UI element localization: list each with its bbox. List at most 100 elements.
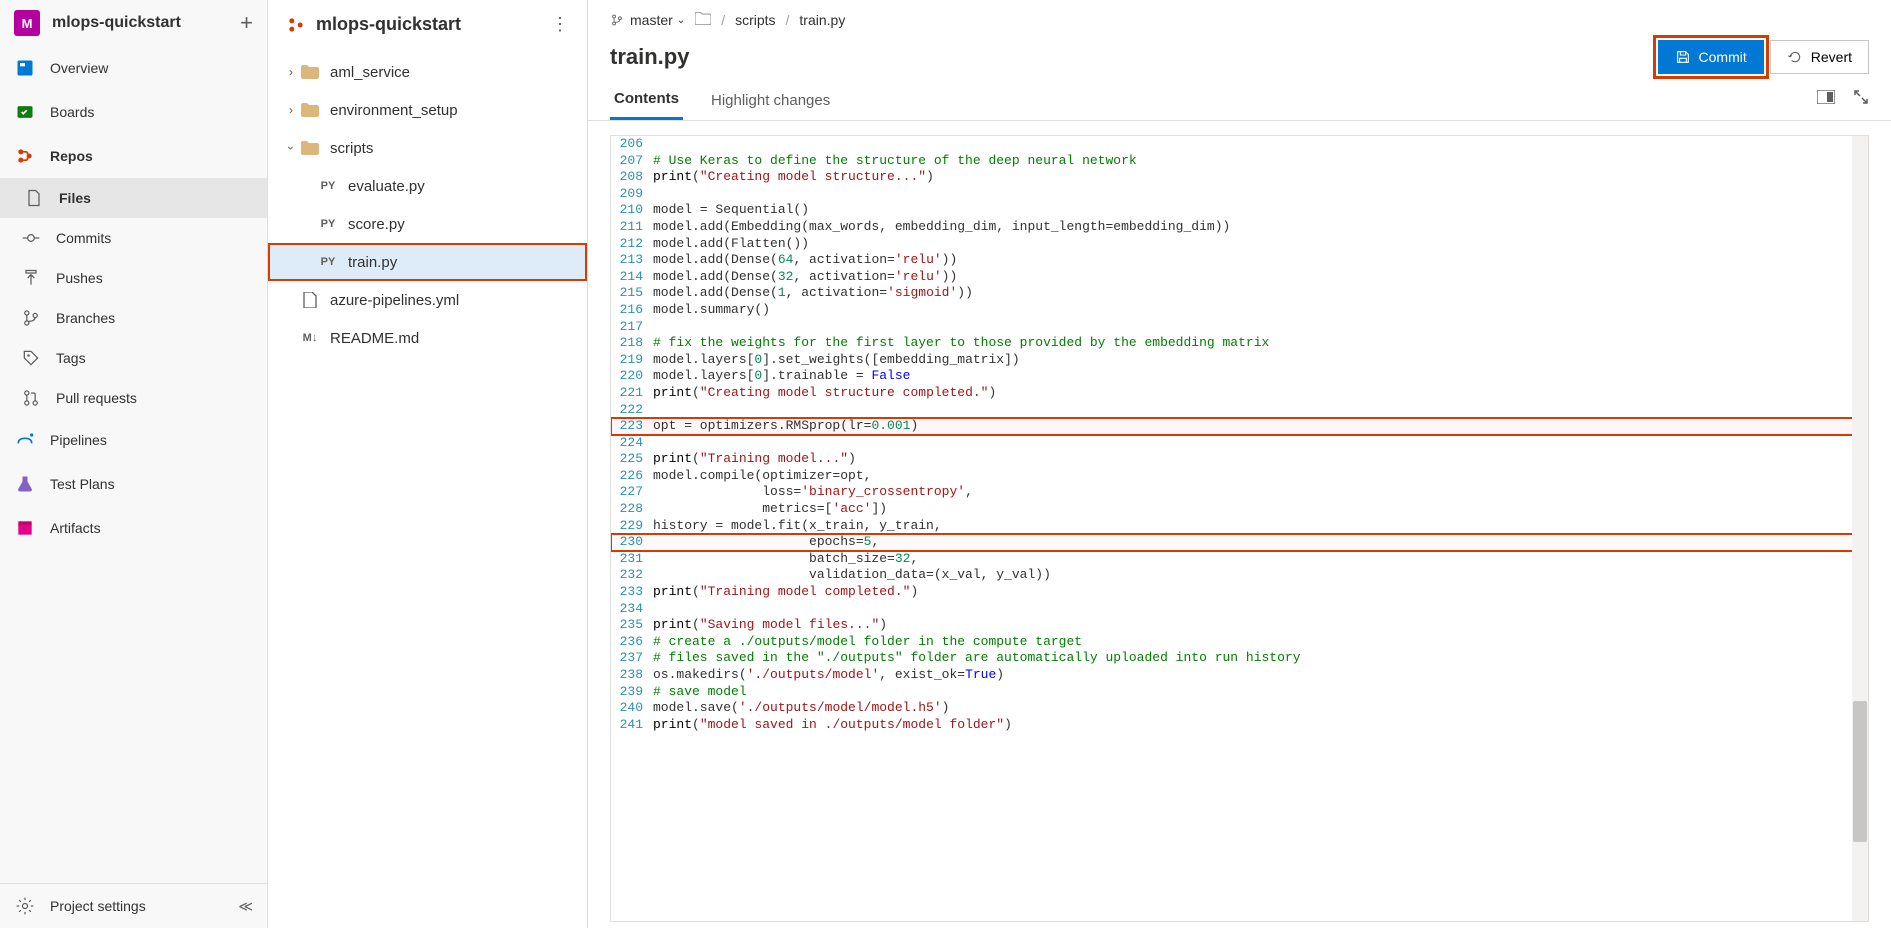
revert-button[interactable]: Revert [1770,40,1869,74]
code-text[interactable]: # fix the weights for the first layer to… [653,335,1868,352]
code-text[interactable]: model.add(Dense(1, activation='sigmoid')… [653,285,1868,302]
nav-testplans[interactable]: Test Plans [0,462,267,506]
editor-scrollbar[interactable] [1852,136,1868,921]
tree-file-score[interactable]: PY score.py [268,205,587,243]
nav-repos[interactable]: Repos [0,134,267,178]
code-line[interactable]: 219model.layers[0].set_weights([embeddin… [611,352,1868,369]
code-line[interactable]: 217 [611,319,1868,336]
code-text[interactable]: # files saved in the "./outputs" folder … [653,650,1868,667]
code-text[interactable]: print("Saving model files...") [653,617,1868,634]
code-line[interactable]: 241print("model saved in ./outputs/model… [611,717,1868,734]
code-line[interactable]: 213model.add(Dense(64, activation='relu'… [611,252,1868,269]
code-text[interactable] [653,435,1868,452]
code-editor[interactable]: 206207# Use Keras to define the structur… [610,135,1869,922]
code-line[interactable]: 218# fix the weights for the first layer… [611,335,1868,352]
nav-pushes[interactable]: Pushes [0,258,267,298]
nav-pullrequests[interactable]: Pull requests [0,378,267,418]
tree-file-evaluate[interactable]: PY evaluate.py [268,167,587,205]
nav-pipelines[interactable]: Pipelines [0,418,267,462]
code-line[interactable]: 229history = model.fit(x_train, y_train, [611,518,1868,535]
code-text[interactable]: # save model [653,684,1868,701]
tree-file-train[interactable]: PY train.py [268,243,587,281]
code-text[interactable]: print("Creating model structure complete… [653,385,1868,402]
code-text[interactable]: validation_data=(x_val, y_val)) [653,567,1868,584]
crumb-scripts[interactable]: scripts [735,12,775,28]
code-text[interactable]: model.add(Flatten()) [653,236,1868,253]
code-line[interactable]: 223opt = optimizers.RMSprop(lr=0.001) [611,418,1868,435]
code-text[interactable] [653,402,1868,419]
code-text[interactable]: model.add(Dense(64, activation='relu')) [653,252,1868,269]
code-text[interactable]: model = Sequential() [653,202,1868,219]
preview-toggle-icon[interactable] [1817,90,1835,107]
tree-file-readme[interactable]: M↓ README.md [268,319,587,357]
nav-files[interactable]: Files [0,178,267,218]
code-text[interactable] [653,601,1868,618]
code-line[interactable]: 239# save model [611,684,1868,701]
nav-branches[interactable]: Branches [0,298,267,338]
code-text[interactable]: print("Training model...") [653,451,1868,468]
fullscreen-icon[interactable] [1853,89,1869,108]
code-text[interactable]: batch_size=32, [653,551,1868,568]
code-line[interactable]: 235print("Saving model files...") [611,617,1868,634]
code-line[interactable]: 236# create a ./outputs/model folder in … [611,634,1868,651]
nav-artifacts[interactable]: Artifacts [0,506,267,550]
code-text[interactable]: # create a ./outputs/model folder in the… [653,634,1868,651]
code-line[interactable]: 231 batch_size=32, [611,551,1868,568]
nav-boards[interactable]: Boards [0,90,267,134]
code-line[interactable]: 225print("Training model...") [611,451,1868,468]
tree-folder-env[interactable]: › environment_setup [268,91,587,129]
code-text[interactable]: # Use Keras to define the structure of t… [653,153,1868,170]
scroll-thumb[interactable] [1853,701,1867,842]
tab-contents[interactable]: Contents [610,84,683,120]
tab-highlight[interactable]: Highlight changes [707,86,834,119]
code-text[interactable]: os.makedirs('./outputs/model', exist_ok=… [653,667,1868,684]
project-settings[interactable]: Project settings ≪ [0,884,267,928]
code-line[interactable]: 238os.makedirs('./outputs/model', exist_… [611,667,1868,684]
code-text[interactable]: model.summary() [653,302,1868,319]
code-line[interactable]: 208print("Creating model structure...") [611,169,1868,186]
code-text[interactable]: model.save('./outputs/model/model.h5') [653,700,1868,717]
code-text[interactable]: history = model.fit(x_train, y_train, [653,518,1868,535]
nav-overview[interactable]: Overview [0,46,267,90]
code-line[interactable]: 212model.add(Flatten()) [611,236,1868,253]
tree-folder-scripts[interactable]: › scripts [268,129,587,167]
code-line[interactable]: 206 [611,136,1868,153]
nav-tags[interactable]: Tags [0,338,267,378]
code-line[interactable]: 221print("Creating model structure compl… [611,385,1868,402]
code-text[interactable]: model.compile(optimizer=opt, [653,468,1868,485]
code-line[interactable]: 240model.save('./outputs/model/model.h5'… [611,700,1868,717]
code-text[interactable] [653,319,1868,336]
code-text[interactable]: model.add(Dense(32, activation='relu')) [653,269,1868,286]
code-line[interactable]: 227 loss='binary_crossentropy', [611,484,1868,501]
code-line[interactable]: 220model.layers[0].trainable = False [611,368,1868,385]
tree-file-pipelines[interactable]: azure-pipelines.yml [268,281,587,319]
more-menu-icon[interactable]: ⋮ [551,14,569,35]
code-line[interactable]: 230 epochs=5, [611,534,1868,551]
code-text[interactable]: opt = optimizers.RMSprop(lr=0.001) [653,418,1868,435]
code-line[interactable]: 207# Use Keras to define the structure o… [611,153,1868,170]
code-line[interactable]: 209 [611,186,1868,203]
code-text[interactable]: print("Training model completed.") [653,584,1868,601]
new-item-button[interactable]: + [240,10,253,36]
code-line[interactable]: 234 [611,601,1868,618]
commit-button[interactable]: Commit [1658,40,1764,74]
code-line[interactable]: 216model.summary() [611,302,1868,319]
code-text[interactable]: epochs=5, [653,534,1868,551]
code-text[interactable]: model.layers[0].trainable = False [653,368,1868,385]
code-line[interactable]: 210model = Sequential() [611,202,1868,219]
code-line[interactable]: 215model.add(Dense(1, activation='sigmoi… [611,285,1868,302]
code-text[interactable]: loss='binary_crossentropy', [653,484,1868,501]
code-line[interactable]: 211model.add(Embedding(max_words, embedd… [611,219,1868,236]
code-text[interactable]: print("model saved in ./outputs/model fo… [653,717,1868,734]
code-text[interactable]: model.add(Embedding(max_words, embedding… [653,219,1868,236]
code-line[interactable]: 233print("Training model completed.") [611,584,1868,601]
code-text[interactable]: model.layers[0].set_weights([embedding_m… [653,352,1868,369]
code-line[interactable]: 228 metrics=['acc']) [611,501,1868,518]
tree-folder-aml[interactable]: › aml_service [268,53,587,91]
code-line[interactable]: 237# files saved in the "./outputs" fold… [611,650,1868,667]
folder-icon[interactable] [695,12,711,28]
nav-commits[interactable]: Commits [0,218,267,258]
code-line[interactable]: 214model.add(Dense(32, activation='relu'… [611,269,1868,286]
code-line[interactable]: 232 validation_data=(x_val, y_val)) [611,567,1868,584]
code-line[interactable]: 224 [611,435,1868,452]
